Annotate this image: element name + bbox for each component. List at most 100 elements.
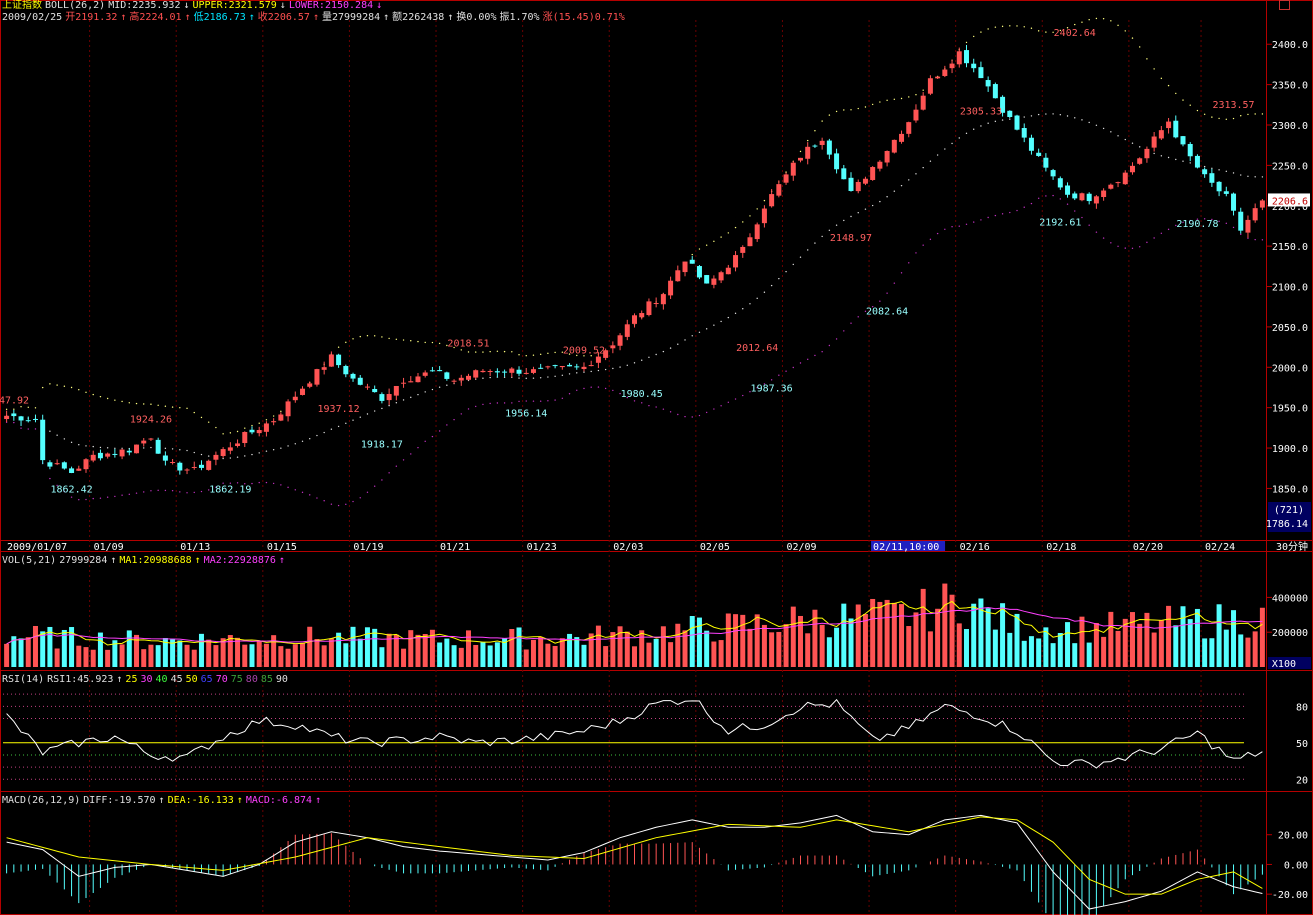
candle-body — [83, 459, 89, 470]
boll-lower-band-pt — [1095, 231, 1098, 233]
volume-bar — [487, 645, 493, 667]
price-annotation: 2012.64 — [736, 343, 778, 354]
boll-upper-band-pt — [1182, 99, 1184, 101]
date-axis-label: 01/21 — [440, 542, 470, 553]
boll-lower-band-pt — [258, 481, 260, 484]
window-restore-button[interactable] — [1279, 0, 1290, 10]
boll-upper-band-pt — [1074, 23, 1076, 26]
boll-lower-band-pt — [1052, 194, 1054, 197]
candle-body — [220, 449, 226, 456]
boll-upper-band-pt — [467, 351, 470, 353]
boll-mid-band-pt — [114, 447, 116, 449]
boll-upper-band-pt — [1131, 37, 1134, 39]
candle-body — [307, 383, 313, 387]
candle-body — [1187, 143, 1193, 157]
volume-bar — [1072, 643, 1078, 667]
price-annotation: 2402.64 — [1054, 28, 1096, 39]
boll-mid-band-pt — [590, 370, 592, 373]
boll-lower-band-pt — [886, 292, 888, 294]
boll-upper-band-pt — [1030, 27, 1033, 29]
boll-mid-band — [5, 113, 1264, 460]
candle-body — [170, 462, 176, 464]
candle-body — [538, 367, 544, 369]
boll-lower-band-pt — [171, 490, 174, 492]
volume-bar — [884, 599, 890, 667]
candle-body — [328, 354, 334, 367]
boll-upper-band-pt — [807, 139, 809, 142]
price-annotation: 1862.19 — [209, 485, 251, 496]
boll-lower-band-pt — [980, 219, 982, 221]
volume-bar — [668, 642, 674, 667]
candle-body — [1238, 211, 1244, 231]
volume-bar — [25, 637, 31, 667]
macd-axis-label: 20.00 — [1278, 831, 1308, 842]
boll-mid-band-pt — [821, 235, 823, 238]
boll-lower-band-pt — [1110, 242, 1112, 244]
boll-lower-band-pt — [1261, 239, 1264, 241]
boll-mid-band-pt — [1045, 113, 1047, 115]
boll-lower-band-pt — [973, 221, 975, 223]
candle-body — [624, 324, 630, 337]
candle-body — [357, 377, 363, 385]
boll-lower-band-pt — [489, 402, 491, 405]
candle-body — [783, 174, 789, 183]
volume-bar — [1187, 619, 1193, 667]
candle-body — [249, 429, 255, 433]
boll-upper-band-pt — [128, 402, 130, 404]
boll-upper-band-pt — [438, 342, 441, 345]
candle-body — [985, 80, 991, 87]
boll-lower-band-pt — [251, 482, 253, 485]
volume-bar — [76, 645, 82, 667]
boll-mid-band-pt — [763, 291, 766, 293]
volume-bar — [834, 627, 840, 667]
boll-mid-band-pt — [207, 455, 210, 457]
candle-body — [1259, 200, 1265, 208]
candle-body — [1072, 193, 1078, 199]
volume-bar — [574, 637, 580, 667]
boll-upper-band-pt — [727, 232, 730, 234]
candle-body — [379, 394, 385, 401]
price-annotation: 1918.17 — [361, 439, 403, 450]
boll-upper-band-pt — [1117, 24, 1119, 27]
volume-bar — [155, 645, 161, 667]
boll-upper-band-pt — [496, 350, 499, 353]
volume-bar — [920, 588, 926, 667]
rsi-level: 85 — [260, 674, 273, 685]
boll-mid-band-pt — [164, 447, 167, 450]
rsi-level: 30 — [140, 674, 153, 685]
boll-mid-band-pt — [936, 154, 939, 156]
boll-mid-band-pt — [395, 402, 398, 404]
boll-mid-band-pt — [1030, 115, 1033, 117]
boll-upper-band-pt — [366, 334, 369, 337]
volume-bar — [263, 643, 269, 667]
volume-bar — [1151, 632, 1157, 667]
candle-body — [314, 369, 320, 385]
candle-body — [523, 372, 529, 374]
volume-bar — [314, 639, 320, 667]
boll-lower-band-pt — [373, 485, 376, 487]
boll-upper-band-pt — [915, 94, 917, 96]
boll-lower-band-pt — [410, 453, 412, 455]
candle-body — [1050, 170, 1056, 177]
boll-mid-band-pt — [92, 445, 94, 448]
boll-lower-band-pt — [778, 374, 780, 376]
candle-body — [682, 261, 688, 273]
candle-body — [11, 413, 17, 417]
volume-bar — [437, 642, 443, 667]
boll-lower-band-pt — [987, 216, 989, 219]
volume-bar — [545, 643, 551, 667]
candle-body — [1223, 191, 1229, 194]
volume-bar — [675, 623, 681, 667]
current-price-text: 2206.6 — [1272, 196, 1308, 207]
boll-lower-band-pt — [1146, 241, 1148, 244]
candle-body — [4, 415, 10, 420]
volume-bar — [1180, 606, 1186, 667]
candle-body — [263, 423, 269, 432]
date-axis-label: 01/13 — [180, 542, 210, 553]
boll-lower-band-pt — [727, 401, 730, 403]
boll-upper-band-pt — [135, 402, 138, 405]
candle-body — [364, 386, 370, 388]
candle-body — [1021, 128, 1027, 138]
boll-mid-band-pt — [525, 377, 527, 380]
candle-body — [1065, 185, 1071, 195]
